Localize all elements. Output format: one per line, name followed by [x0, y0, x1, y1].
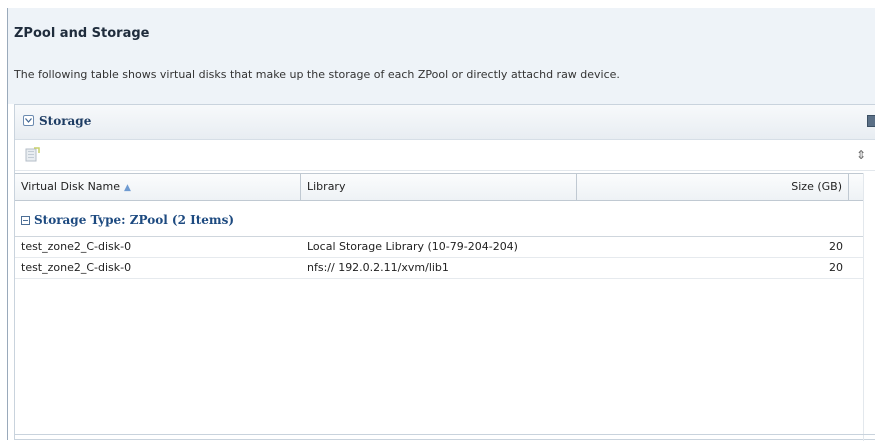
divider — [14, 434, 875, 435]
cell-size: 20 — [829, 240, 843, 253]
export-icon[interactable] — [25, 147, 41, 163]
scrollbar-track[interactable] — [863, 173, 864, 441]
table-row[interactable]: test_zone2_C-disk-0 Local Storage Librar… — [15, 237, 863, 258]
cell-disk-name: test_zone2_C-disk-0 — [21, 240, 132, 253]
panel-menu-icon[interactable] — [867, 115, 875, 127]
panel-title: Storage — [39, 114, 92, 128]
cell-disk-name: test_zone2_C-disk-0 — [21, 261, 132, 274]
column-header-size[interactable]: Size (GB) — [577, 174, 849, 200]
column-header-library[interactable]: Library — [301, 174, 577, 200]
refresh-icon[interactable]: ⇕ — [856, 148, 866, 162]
group-label: Storage Type: ZPool (2 Items) — [34, 213, 235, 227]
storage-panel: Storage ⇕ Virtual Disk Name ▲ Library Siz… — [14, 104, 875, 441]
group-row[interactable]: Storage Type: ZPool (2 Items) — [15, 213, 234, 233]
toolbar: ⇕ — [15, 140, 875, 171]
collapse-group-icon[interactable] — [21, 216, 30, 225]
table-header: Virtual Disk Name ▲ Library Size (GB) — [15, 173, 863, 201]
table-row[interactable]: test_zone2_C-disk-0 nfs:// 192.0.2.11/xv… — [15, 258, 863, 279]
cell-size: 20 — [829, 261, 843, 274]
panel-header: Storage — [15, 105, 875, 140]
section-title: ZPool and Storage — [14, 26, 150, 41]
column-header-virtual-disk-name[interactable]: Virtual Disk Name ▲ — [15, 174, 301, 200]
section-description: The following table shows virtual disks … — [14, 68, 620, 81]
cell-library: Local Storage Library (10-79-204-204) — [307, 240, 518, 253]
sort-ascending-icon[interactable]: ▲ — [124, 183, 131, 193]
chevron-down-icon[interactable] — [23, 115, 34, 126]
cell-library: nfs:// 192.0.2.11/xvm/lib1 — [307, 261, 449, 274]
section-header-area — [8, 8, 875, 104]
